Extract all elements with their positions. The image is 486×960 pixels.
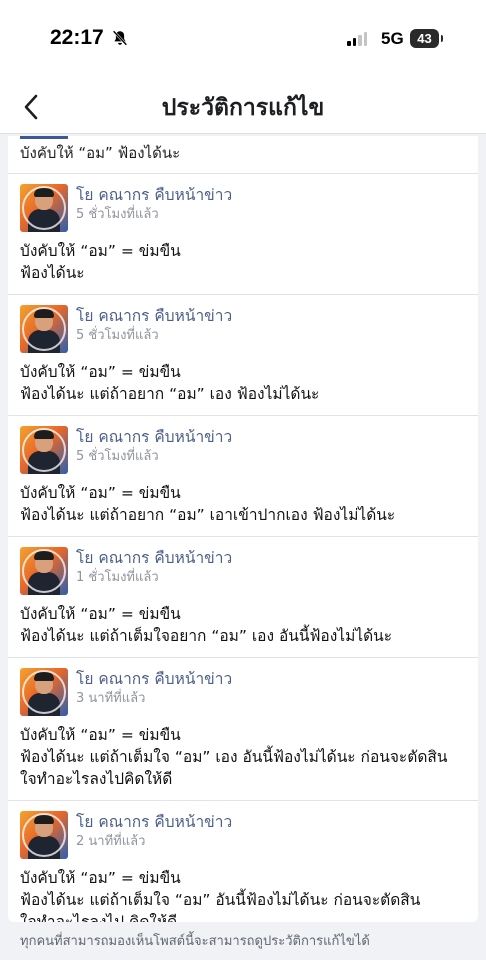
- network-type: 5G: [381, 29, 404, 48]
- history-entry: โย คณากร คืบหน้าข่าว 5 ชั่วโมงที่แล้ว บั…: [8, 295, 478, 416]
- status-bar: 22:17 5G 43: [0, 0, 486, 78]
- avatar[interactable]: [20, 305, 68, 353]
- history-entry: โย คณากร คืบหน้าข่าว 2 นาทีที่แล้ว บังคั…: [8, 801, 478, 922]
- footer-note: ทุกคนที่สามารถมองเห็นโพสต์นี้จะสามารถดูป…: [20, 934, 370, 949]
- entry-timestamp: 5 ชั่วโมงที่แล้ว: [76, 449, 159, 464]
- avatar[interactable]: [20, 547, 68, 595]
- entry-text: บังคับให้ “อม” = ข่มขืน ฟ้องได้นะ แต่ถ้า…: [20, 484, 396, 524]
- signal-icon: [347, 31, 367, 46]
- avatar[interactable]: [20, 811, 68, 859]
- avatar[interactable]: [20, 184, 68, 232]
- edit-history-list[interactable]: บังคับให้ “อม” ฟ้องได้นะ โย คณากร คืบหน้…: [8, 136, 478, 922]
- author-name[interactable]: โย คณากร คืบหน้าข่าว: [76, 185, 232, 205]
- avatar[interactable]: [20, 668, 68, 716]
- entry-text: บังคับให้ “อม” = ข่มขืน ฟ้องได้นะ แต่ถ้า…: [20, 605, 393, 645]
- avatar[interactable]: [20, 426, 68, 474]
- entry-text: บังคับให้ “อม” = ข่มขืน ฟ้องได้นะ แต่ถ้า…: [20, 363, 320, 403]
- history-entry: โย คณากร คืบหน้าข่าว 1 ชั่วโมงที่แล้ว บั…: [8, 537, 478, 658]
- author-name[interactable]: โย คณากร คืบหน้าข่าว: [76, 812, 232, 832]
- entry-text: บังคับให้ “อม” = ข่มขืน ฟ้องได้นะ แต่ถ้า…: [20, 726, 448, 788]
- entry-text: บังคับให้ “อม” = ข่มขืน ฟ้องได้นะ: [20, 242, 181, 282]
- battery-icon: 43: [410, 29, 443, 48]
- avatar-partial: [20, 136, 68, 139]
- entry-text: บังคับให้ “อม” ฟ้องได้นะ: [20, 144, 181, 162]
- history-entry: โย คณากร คืบหน้าข่าว 5 ชั่วโมงที่แล้ว บั…: [8, 174, 478, 295]
- entry-timestamp: 1 ชั่วโมงที่แล้ว: [76, 570, 159, 585]
- page-title: ประวัติการแก้ไข: [161, 95, 325, 121]
- author-name[interactable]: โย คณากร คืบหน้าข่าว: [76, 548, 232, 568]
- author-name[interactable]: โย คณากร คืบหน้าข่าว: [76, 306, 232, 326]
- author-name[interactable]: โย คณากร คืบหน้าข่าว: [76, 427, 232, 447]
- status-time: 22:17: [50, 26, 104, 49]
- history-entry: โย คณากร คืบหน้าข่าว 3 นาทีที่แล้ว บังคั…: [8, 658, 478, 801]
- entry-timestamp: 3 นาทีที่แล้ว: [76, 691, 146, 706]
- entry-text: บังคับให้ “อม” = ข่มขืน ฟ้องได้นะ แต่ถ้า…: [20, 869, 421, 922]
- history-entry-partial: บังคับให้ “อม” ฟ้องได้นะ: [8, 136, 478, 174]
- author-name[interactable]: โย คณากร คืบหน้าข่าว: [76, 669, 232, 689]
- entry-timestamp: 5 ชั่วโมงที่แล้ว: [76, 328, 159, 343]
- entry-timestamp: 5 ชั่วโมงที่แล้ว: [76, 207, 159, 222]
- history-entry: โย คณากร คืบหน้าข่าว 5 ชั่วโมงที่แล้ว บั…: [8, 416, 478, 537]
- bell-off-icon: [112, 30, 128, 46]
- nav-bar: ประวัติการแก้ไข: [0, 78, 486, 134]
- entry-timestamp: 2 นาทีที่แล้ว: [76, 834, 146, 849]
